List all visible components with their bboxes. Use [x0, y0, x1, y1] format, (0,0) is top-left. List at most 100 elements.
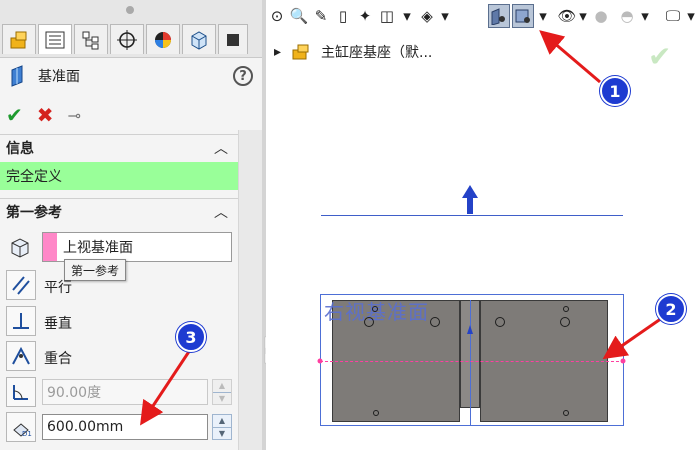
relations-icon	[515, 9, 530, 23]
view-planes-icon[interactable]	[488, 4, 510, 28]
view-sketch-relations-icon[interactable]	[512, 4, 534, 28]
appearance-icon[interactable]: ●	[590, 4, 612, 28]
tab-cam[interactable]	[182, 24, 216, 54]
tab-more[interactable]	[218, 24, 248, 54]
scene-icon[interactable]: ◓	[616, 4, 638, 28]
first-reference-selection-box[interactable]: 上视基准面	[42, 232, 232, 262]
parallel-button[interactable]	[6, 270, 36, 300]
callout-1: 1	[600, 76, 630, 106]
heads-up-toolbar: ⊙ 🔍 ✎ ▯ ✦ ◫ ▾ ◈ ▾ ▾ 👁 ▾ ● ◓ ▾ 🖵 ▾	[266, 0, 700, 34]
dropdown-arrow-icon[interactable]: ▾	[638, 4, 652, 28]
dropdown-arrow-icon[interactable]: ▾	[576, 4, 590, 28]
flyout-tree-row[interactable]: ▸ 主缸座基座（默...	[274, 40, 432, 64]
tab-feature-manager[interactable]	[2, 24, 36, 54]
callout-2: 2	[656, 294, 686, 324]
pm-action-buttons: ✔ ✖ ⊸	[6, 103, 81, 127]
step-up-icon[interactable]: ▲	[213, 380, 231, 392]
feature-tree-icon	[10, 31, 27, 48]
part-icon	[292, 44, 309, 60]
offset-distance-button[interactable]: D1	[6, 412, 36, 442]
perpendicular-icon	[13, 313, 29, 329]
coincident-icon	[12, 346, 30, 365]
angle-input[interactable]: 90.00度	[42, 379, 208, 405]
step-down-icon[interactable]: ▼	[213, 426, 231, 440]
appearance-sphere-icon	[155, 31, 171, 48]
parallel-label: 平行	[44, 280, 72, 296]
offset-distance-input[interactable]: 600.00mm	[42, 414, 208, 440]
angle-button[interactable]	[6, 377, 36, 407]
panel-grip-icon[interactable]	[126, 6, 134, 14]
dropdown-arrow-icon[interactable]: ▾	[536, 4, 550, 28]
planes-icon	[491, 8, 505, 25]
view-orientation-icon[interactable]: ◫	[376, 4, 398, 28]
first-reference-value: 上视基准面	[63, 240, 133, 256]
angle-icon	[13, 385, 28, 400]
mount-hole	[364, 317, 374, 327]
mount-hole	[430, 317, 440, 327]
panel-scrollbar[interactable]	[238, 130, 262, 450]
previous-view-icon[interactable]: ✎	[310, 4, 332, 28]
perpendicular-button[interactable]	[6, 306, 36, 336]
step-down-icon[interactable]: ▼	[213, 391, 231, 405]
info-section-title: 信息	[6, 140, 34, 157]
parallel-icon	[12, 276, 30, 295]
vertical-axis-line	[470, 300, 471, 426]
tab-property-manager[interactable]	[38, 24, 72, 54]
tab-dimxpert[interactable]	[110, 24, 144, 54]
cube-icon	[191, 30, 207, 50]
pin-hole	[373, 410, 379, 416]
collapse-chevron-icon[interactable]: ︿	[214, 138, 228, 158]
pin-hole	[372, 306, 378, 312]
mount-hole	[495, 317, 505, 327]
monitor-icon[interactable]: 🖵	[662, 4, 684, 28]
pin-hole	[563, 410, 569, 416]
svg-text:D1: D1	[22, 430, 32, 438]
solidworks-window: 基准面 ? ✔ ✖ ⊸ 信息 ︿ 完全定义 第一参考 ︿ 上视基准面 第一参考	[0, 0, 700, 450]
graphics-area[interactable]: ⊙ 🔍 ✎ ▯ ✦ ◫ ▾ ◈ ▾ ▾ 👁 ▾ ● ◓ ▾ 🖵 ▾ ▸ 主缸座基…	[266, 0, 700, 450]
tab-configuration-manager[interactable]	[74, 24, 108, 54]
mount-hole	[560, 317, 570, 327]
part-name: 主缸座基座（默...	[321, 45, 433, 61]
reference-entity-icon	[6, 234, 34, 262]
step-up-icon[interactable]: ▲	[213, 415, 231, 427]
hide-show-icon[interactable]: 👁	[556, 4, 578, 28]
property-list-icon	[45, 31, 65, 48]
dropdown-arrow-icon[interactable]: ▾	[400, 4, 414, 28]
offset-distance-stepper[interactable]: ▲ ▼	[212, 414, 232, 440]
dynamic-annotation-icon[interactable]: ✦	[354, 4, 376, 28]
confirm-corner-check-icon[interactable]: ✔	[648, 40, 671, 73]
coincident-button[interactable]	[6, 341, 36, 371]
pin-icon[interactable]: ⊸	[68, 106, 81, 125]
cancel-x-icon[interactable]: ✖	[37, 103, 54, 127]
configuration-icon	[82, 31, 99, 49]
display-style-icon[interactable]: ◈	[416, 4, 438, 28]
reference-color-swatch	[43, 233, 57, 261]
offset-plane-edge[interactable]	[321, 215, 623, 216]
zoom-area-icon[interactable]: 🔍	[288, 4, 310, 28]
zoom-to-fit-icon[interactable]: ⊙	[266, 4, 288, 28]
callout-3: 3	[176, 322, 206, 352]
help-icon[interactable]: ?	[233, 66, 253, 86]
feature-title: 基准面	[8, 62, 80, 90]
info-section-header[interactable]: 信息 ︿	[0, 134, 238, 160]
manager-tabs-bar	[0, 0, 262, 58]
tab-display-manager[interactable]	[146, 24, 180, 54]
angle-stepper[interactable]: ▲ ▼	[212, 379, 232, 405]
ok-check-icon[interactable]: ✔	[6, 103, 23, 127]
status-message: 完全定义	[0, 162, 238, 190]
perpendicular-label: 垂直	[44, 316, 72, 332]
property-manager-panel: 基准面 ? ✔ ✖ ⊸ 信息 ︿ 完全定义 第一参考 ︿ 上视基准面 第一参考	[0, 0, 262, 450]
cube-plane-icon	[11, 238, 29, 258]
dropdown-arrow-icon[interactable]: ▾	[438, 4, 452, 28]
coincident-label: 重合	[44, 351, 72, 367]
pin-hole	[563, 306, 569, 312]
section-view-icon[interactable]: ▯	[332, 4, 354, 28]
offset-distance-icon: D1	[13, 423, 32, 438]
collapse-chevron-icon[interactable]: ︿	[214, 202, 228, 222]
expand-arrow-icon[interactable]: ▸	[274, 44, 281, 60]
crosshair-icon	[117, 29, 137, 50]
first-reference-header[interactable]: 第一参考 ︿	[0, 198, 238, 224]
first-reference-title: 第一参考	[6, 204, 62, 221]
dropdown-arrow-icon[interactable]: ▾	[684, 4, 698, 28]
plane-feature-icon	[11, 65, 23, 87]
